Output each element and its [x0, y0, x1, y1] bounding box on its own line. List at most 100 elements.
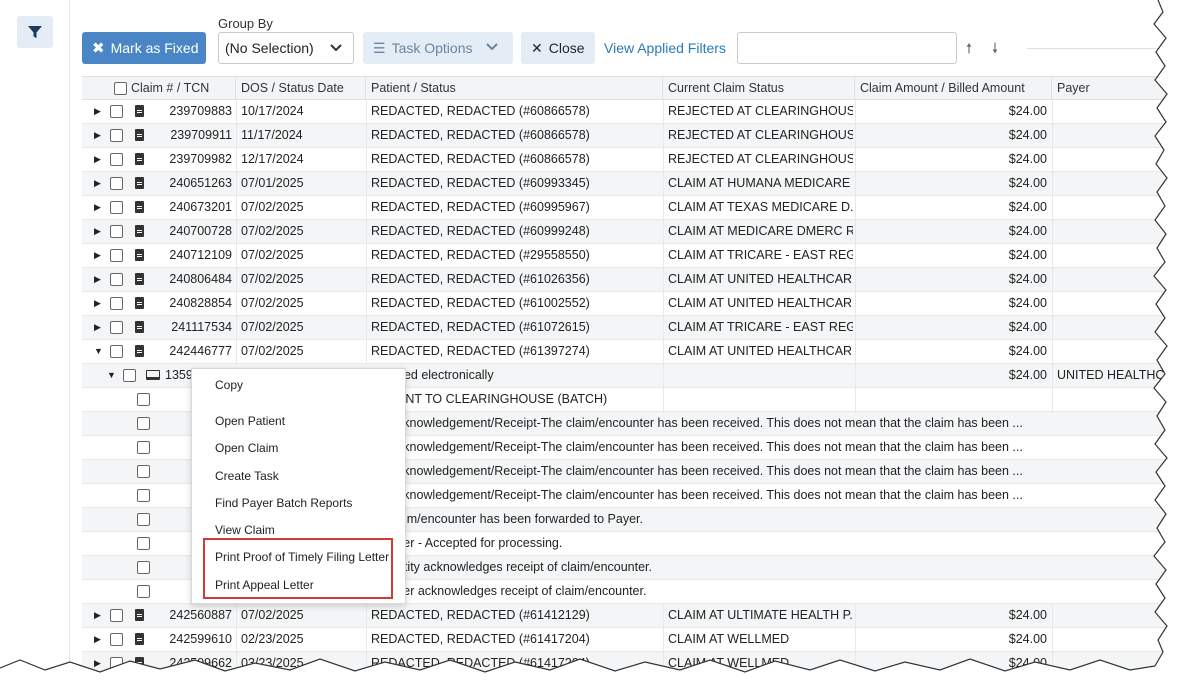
- caret-right-icon[interactable]: ▶: [94, 652, 104, 675]
- caret-right-icon[interactable]: ▶: [94, 172, 104, 195]
- mark-as-fixed-button[interactable]: ✖ Mark as Fixed: [82, 32, 206, 64]
- table-row[interactable]: ▶ 240806484 07/02/2025 REDACTED, REDACTED (…: [82, 268, 1181, 292]
- row-checkbox[interactable]: [137, 489, 150, 502]
- col-payer[interactable]: Payer: [1052, 77, 1181, 100]
- document-icon[interactable]: [135, 129, 144, 141]
- row-checkbox[interactable]: [110, 225, 123, 238]
- caret-down-icon[interactable]: ▼: [94, 340, 104, 363]
- caret-right-icon[interactable]: ▶: [94, 196, 104, 219]
- dos-date: 07/01/2025: [241, 176, 304, 190]
- row-checkbox[interactable]: [137, 465, 150, 478]
- col-current-status[interactable]: Current Claim Status: [663, 77, 855, 100]
- caret-right-icon[interactable]: ▶: [94, 100, 104, 123]
- row-checkbox[interactable]: [110, 105, 123, 118]
- table-row[interactable]: ▶ 241117534 07/02/2025 REDACTED, REDACTED (…: [82, 316, 1181, 340]
- col-dos[interactable]: DOS / Status Date: [236, 77, 366, 100]
- patient-status: REDACTED, REDACTED (#61417204): [371, 632, 590, 646]
- current-claim-status: CLAIM AT UNITED HEALTHCAR...: [668, 296, 853, 310]
- row-checkbox[interactable]: [123, 369, 136, 382]
- caret-right-icon[interactable]: ▶: [94, 244, 104, 267]
- caret-right-icon[interactable]: ▶: [94, 628, 104, 651]
- claim-amount: $24.00: [1008, 176, 1047, 190]
- caret-down-icon[interactable]: ▼: [107, 364, 117, 387]
- row-checkbox[interactable]: [137, 513, 150, 526]
- caret-right-icon[interactable]: ▶: [94, 220, 104, 243]
- view-applied-filters-link[interactable]: View Applied Filters: [604, 40, 726, 56]
- menu-item-open-patient[interactable]: Open Patient: [215, 414, 285, 428]
- row-checkbox[interactable]: [110, 633, 123, 646]
- menu-item-copy[interactable]: Copy: [215, 378, 243, 392]
- patient-status: REDACTED, REDACTED (#60999248): [371, 224, 590, 238]
- menu-item-open-claim[interactable]: Open Claim: [215, 441, 278, 455]
- caret-right-icon[interactable]: ▶: [94, 124, 104, 147]
- row-checkbox[interactable]: [110, 657, 123, 670]
- table-row[interactable]: ▶ 240828854 07/02/2025 REDACTED, REDACTED (…: [82, 292, 1181, 316]
- row-checkbox[interactable]: [110, 129, 123, 142]
- row-checkbox[interactable]: [137, 417, 150, 430]
- row-checkbox[interactable]: [137, 441, 150, 454]
- close-button[interactable]: ✕ Close: [521, 32, 595, 64]
- document-icon[interactable]: [135, 297, 144, 309]
- col-patient[interactable]: Patient / Status: [366, 77, 663, 100]
- group-by-select[interactable]: (No Selection): [218, 32, 354, 64]
- row-checkbox[interactable]: [110, 297, 123, 310]
- task-options-button[interactable]: ☰ Task Options: [363, 32, 513, 64]
- row-checkbox[interactable]: [110, 249, 123, 262]
- left-rail: [0, 0, 70, 692]
- row-checkbox[interactable]: [110, 177, 123, 190]
- menu-item-find-payer-batch-reports[interactable]: Find Payer Batch Reports: [215, 496, 352, 510]
- row-checkbox[interactable]: [110, 273, 123, 286]
- table-row[interactable]: ▶ 239709982 12/17/2024 REDACTED, REDACTED (…: [82, 148, 1181, 172]
- search-input[interactable]: [737, 32, 957, 64]
- document-icon[interactable]: [135, 201, 144, 213]
- row-checkbox[interactable]: [137, 561, 150, 574]
- table-row[interactable]: ▶ 240651263 07/01/2025 REDACTED, REDACTED (…: [82, 172, 1181, 196]
- row-checkbox[interactable]: [110, 201, 123, 214]
- document-icon[interactable]: [135, 249, 144, 261]
- caret-right-icon[interactable]: ▶: [94, 292, 104, 315]
- arrow-up-icon[interactable]: 🠕: [966, 38, 972, 62]
- document-icon[interactable]: [135, 633, 144, 645]
- col-claim[interactable]: Claim # / TCN: [126, 77, 236, 100]
- document-icon[interactable]: [135, 105, 144, 117]
- document-icon[interactable]: [135, 225, 144, 237]
- row-checkbox[interactable]: [110, 345, 123, 358]
- menu-item-view-claim[interactable]: View Claim: [215, 523, 275, 537]
- document-icon[interactable]: [135, 657, 144, 669]
- table-row[interactable]: ▶ 242560887 07/02/2025 REDACTED, REDACTED (…: [82, 604, 1181, 628]
- table-row[interactable]: ▶ 240673201 07/02/2025 REDACTED, REDACTED (…: [82, 196, 1181, 220]
- claim-amount: $24.00: [1008, 272, 1047, 286]
- caret-right-icon[interactable]: ▶: [94, 604, 104, 627]
- filter-button[interactable]: [17, 16, 53, 48]
- table-row[interactable]: ▶ 242599610 02/23/2025 REDACTED, REDACTED (…: [82, 628, 1181, 652]
- table-row[interactable]: ▶ 239709911 11/17/2024 REDACTED, REDACTED (…: [82, 124, 1181, 148]
- caret-right-icon[interactable]: ▶: [94, 316, 104, 339]
- dos-date: 07/02/2025: [241, 224, 304, 238]
- table-row[interactable]: ▼ 242446777 07/02/2025 REDACTED, REDACTED (…: [82, 340, 1181, 364]
- table-row[interactable]: ▶ 242599662 03/23/2025 REDACTED, REDACTED (…: [82, 652, 1181, 676]
- document-icon[interactable]: [135, 321, 144, 333]
- col-amount[interactable]: Claim Amount / Billed Amount: [855, 77, 1052, 100]
- chevron-down-icon: [486, 43, 498, 51]
- history-text: cknowledgement/Receipt-The claim/encount…: [397, 416, 1023, 430]
- table-row[interactable]: ▶ 240700728 07/02/2025 REDACTED, REDACTED (…: [82, 220, 1181, 244]
- document-icon[interactable]: [135, 153, 144, 165]
- row-checkbox[interactable]: [110, 153, 123, 166]
- row-checkbox[interactable]: [110, 321, 123, 334]
- document-icon[interactable]: [135, 345, 144, 357]
- menu-item-create-task[interactable]: Create Task: [215, 469, 279, 483]
- row-checkbox[interactable]: [137, 537, 150, 550]
- arrow-down-icon[interactable]: 🠗: [992, 38, 998, 62]
- row-checkbox[interactable]: [137, 393, 150, 406]
- row-checkbox[interactable]: [137, 585, 150, 598]
- document-icon[interactable]: [135, 609, 144, 621]
- caret-right-icon[interactable]: ▶: [94, 268, 104, 291]
- caret-right-icon[interactable]: ▶: [94, 148, 104, 171]
- row-checkbox[interactable]: [110, 609, 123, 622]
- table-row[interactable]: ▶ 240712109 07/02/2025 REDACTED, REDACTED (…: [82, 244, 1181, 268]
- claim-amount: $24.00: [1008, 224, 1047, 238]
- document-icon[interactable]: [135, 273, 144, 285]
- claim-amount: $24.00: [1008, 152, 1047, 166]
- table-row[interactable]: ▶ 239709883 10/17/2024 REDACTED, REDACTED (…: [82, 100, 1181, 124]
- document-icon[interactable]: [135, 177, 144, 189]
